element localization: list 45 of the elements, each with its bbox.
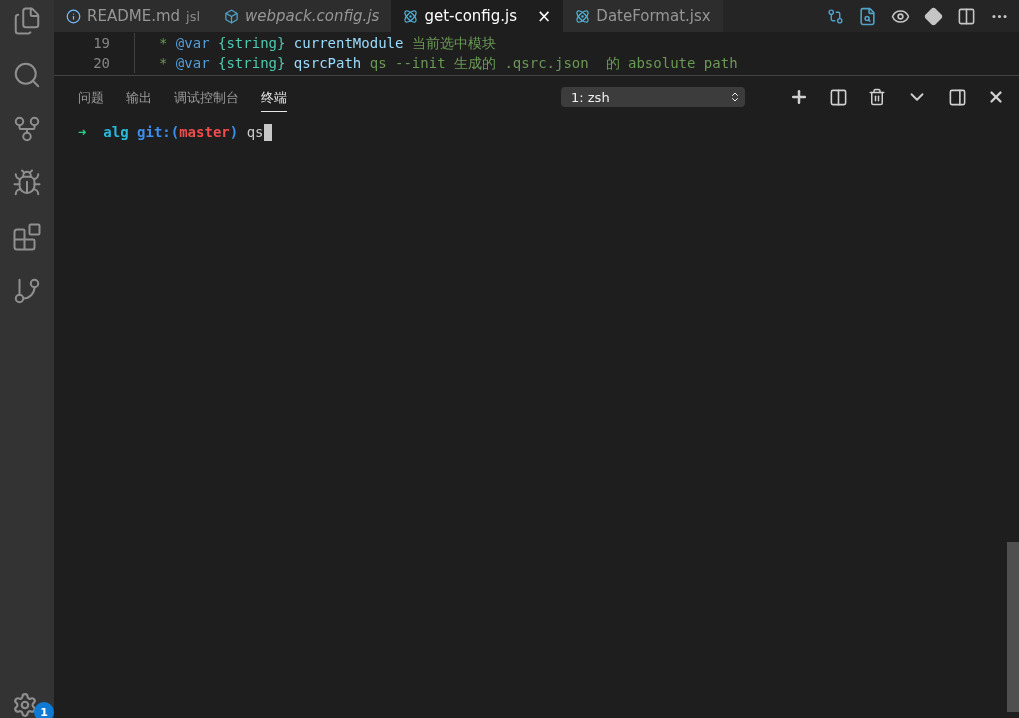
- terminal-select[interactable]: 1: zsh: [561, 87, 745, 107]
- compare-icon[interactable]: [827, 7, 844, 25]
- source-control-icon[interactable]: [12, 114, 42, 144]
- code-line: * @var {string} currentModule 当前选中模块: [158, 34, 496, 53]
- branch-name: master: [179, 124, 230, 141]
- file-search-icon[interactable]: [858, 6, 877, 26]
- directory-name: alg: [103, 124, 129, 141]
- chevron-icon: [729, 91, 741, 103]
- split-editor-icon[interactable]: [957, 6, 976, 26]
- split-terminal-icon[interactable]: [829, 87, 848, 107]
- search-icon[interactable]: [12, 60, 42, 90]
- close-icon[interactable]: [987, 88, 1005, 106]
- editor-tab[interactable]: README.md jsl: [54, 0, 213, 32]
- git-suffix: ): [229, 124, 239, 141]
- maximize-panel-icon[interactable]: [948, 87, 967, 107]
- atom-icon: [403, 8, 419, 24]
- command-text: qs: [246, 124, 264, 141]
- close-tab-button[interactable]: ×: [537, 6, 552, 26]
- branch-icon[interactable]: [12, 276, 42, 306]
- code-line: * @var {string} qsrcPath qs --init 生成的 .qsrc.json 的 absolute path: [158, 54, 738, 73]
- editor-tab[interactable]: get-config.js ×: [391, 0, 564, 32]
- settings-icon[interactable]: [12, 692, 38, 718]
- scrollbar[interactable]: [1007, 542, 1019, 712]
- git-prefix: git:(: [137, 124, 180, 141]
- cube-icon: [224, 8, 240, 24]
- debug-icon[interactable]: [12, 168, 42, 198]
- panel-tab[interactable]: 输出: [126, 82, 152, 112]
- trash-icon[interactable]: [868, 88, 886, 106]
- diamond-icon[interactable]: [924, 6, 943, 26]
- line-number: 20: [54, 53, 135, 73]
- terminal-cursor: [263, 124, 272, 141]
- editor-tab[interactable]: webpack.config.js: [212, 0, 392, 32]
- tab-description: jsl: [186, 8, 201, 24]
- notification-badge: 1: [34, 702, 54, 718]
- panel-tab[interactable]: 调试控制台: [174, 82, 239, 112]
- editor-tab[interactable]: DateFormat.jsx: [563, 0, 723, 32]
- atom-icon: [575, 8, 591, 24]
- extensions-icon[interactable]: [12, 222, 42, 252]
- plus-icon[interactable]: [789, 87, 809, 107]
- files-icon[interactable]: [12, 6, 42, 36]
- prompt-arrow: ➜: [78, 124, 87, 141]
- panel-tab[interactable]: 终端: [261, 82, 287, 112]
- panel-tab[interactable]: 问题: [78, 82, 104, 112]
- line-number: 19: [54, 33, 135, 53]
- info-icon: [66, 8, 81, 24]
